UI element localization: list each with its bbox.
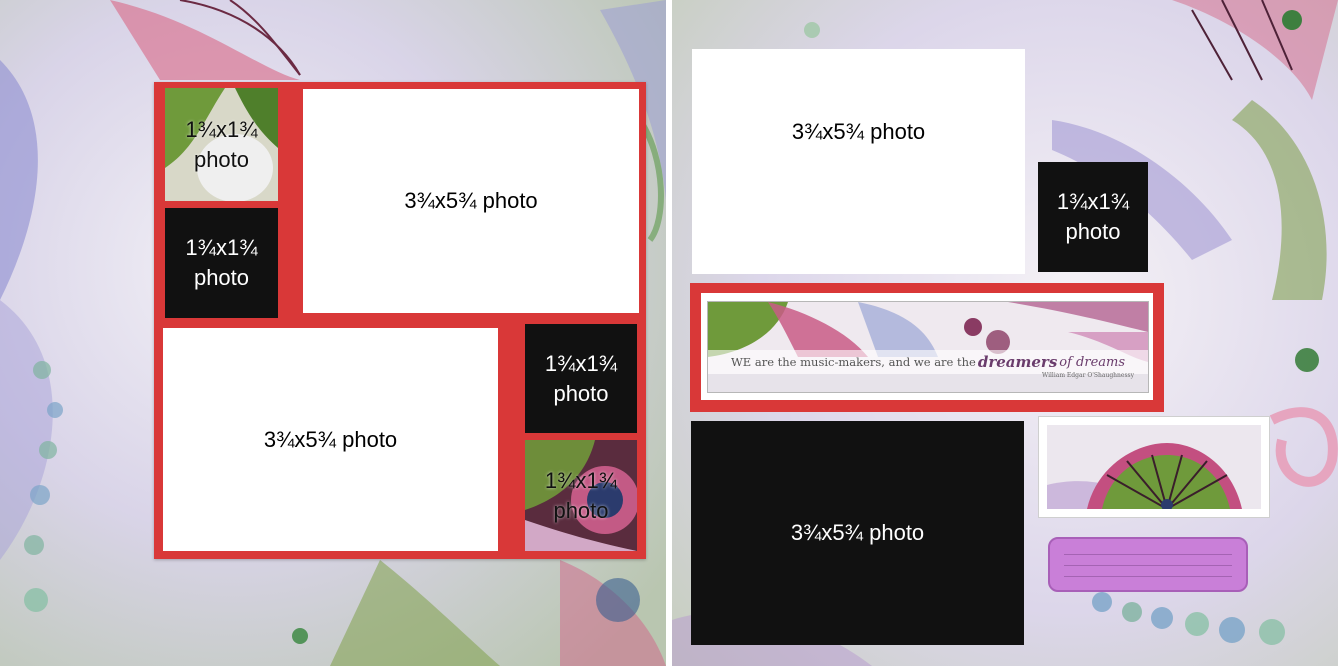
- photo-size-label: 3¾x5¾ photo: [791, 118, 926, 144]
- photo-size-label: 1¾x1¾: [1056, 189, 1130, 214]
- photo-slot-1-3-4-square[interactable]: 1¾x1¾ photo: [165, 88, 278, 201]
- title-strip-art: WE are the music-makers, and we are the …: [707, 301, 1149, 393]
- photo-slot-label: 1¾x1¾ photo: [1057, 187, 1129, 247]
- quote-author: William Edgar O'Shaughnessy: [1042, 372, 1134, 379]
- photo-word-label: photo: [1065, 219, 1121, 244]
- photo-slot-label: 1¾x1¾ photo: [185, 115, 257, 175]
- title-quote: WE are the music-makers, and we are the …: [708, 350, 1148, 374]
- journal-line: [1064, 576, 1232, 577]
- photo-size-label: 3¾x5¾ photo: [263, 426, 398, 452]
- left-layout-page: 1¾x1¾ photo 1¾x1¾ photo 3¾x5¾ photo 3¾x5…: [0, 0, 666, 666]
- title-strip-mat: WE are the music-makers, and we are the …: [690, 283, 1164, 412]
- photo-size-label: 1¾x1¾: [544, 467, 618, 493]
- photo-slot-3-3-4x5-3-4[interactable]: 3¾x5¾ photo: [692, 49, 1025, 274]
- photo-size-label: 3¾x5¾ photo: [790, 520, 925, 545]
- right-layout-page: 3¾x5¾ photo 1¾x1¾ photo WE are the music…: [672, 0, 1338, 666]
- photo-word-label: photo: [553, 380, 609, 406]
- photo-size-label: 1¾x1¾: [185, 116, 258, 142]
- quote-tail: of dreams: [1059, 354, 1126, 370]
- journal-line: [1064, 565, 1232, 566]
- shell-artwork-frame: [1038, 416, 1270, 518]
- journal-line: [1064, 554, 1232, 555]
- photo-slot-3-3-4x5-3-4[interactable]: 3¾x5¾ photo: [691, 421, 1024, 645]
- photo-size-label: 3¾x5¾ photo: [404, 188, 538, 213]
- photo-slot-label: 1¾x1¾ photo: [545, 466, 617, 526]
- photo-slot-3-3-4x5-3-4[interactable]: 3¾x5¾ photo: [303, 89, 639, 313]
- photo-word-label: photo: [193, 146, 250, 172]
- photo-slot-1-3-4-square[interactable]: 1¾x1¾ photo: [525, 324, 637, 433]
- photo-slot-1-3-4-square[interactable]: 1¾x1¾ photo: [165, 208, 278, 318]
- photo-word-label: photo: [553, 497, 609, 523]
- photo-slot-1-3-4-square[interactable]: 1¾x1¾ photo: [1038, 162, 1148, 272]
- journal-tag[interactable]: [1048, 537, 1248, 592]
- photo-size-label: 1¾x1¾: [185, 235, 258, 260]
- photo-slot-label: 1¾x1¾ photo: [185, 233, 257, 293]
- photo-word-label: photo: [193, 265, 250, 290]
- quote-script-word: dreamers: [977, 353, 1058, 371]
- title-strip-inner: WE are the music-makers, and we are the …: [701, 293, 1153, 400]
- photo-size-label: 1¾x1¾: [544, 350, 618, 376]
- quote-lead: WE are the music-makers, and we are the: [730, 355, 976, 369]
- shell-artwork: [1047, 425, 1261, 509]
- photo-slot-label: 1¾x1¾ photo: [545, 349, 617, 409]
- photo-slot-1-3-4-square[interactable]: 1¾x1¾ photo: [525, 440, 637, 551]
- photo-slot-3-3-4x5-3-4[interactable]: 3¾x5¾ photo: [163, 328, 498, 551]
